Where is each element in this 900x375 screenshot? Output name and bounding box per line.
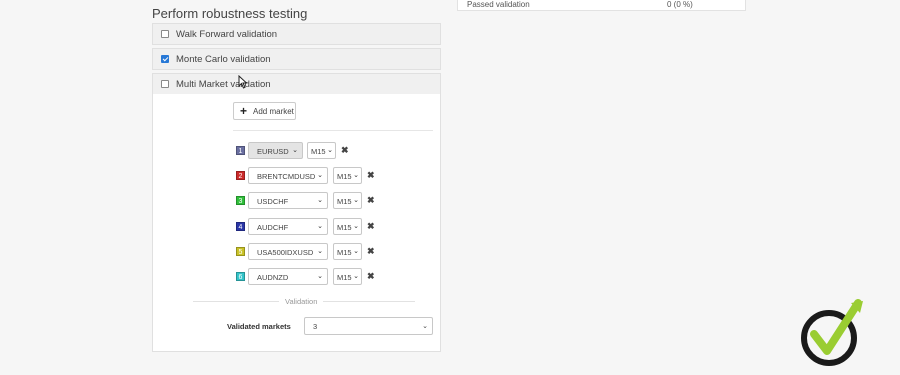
- market-timeframe-value: M15: [337, 172, 352, 181]
- market-symbol-value: BRENTCMDUSD: [257, 172, 316, 181]
- monte-carlo-checkbox[interactable]: [161, 55, 169, 63]
- chevron-down-icon: ⌄: [353, 172, 359, 179]
- chevron-down-icon: ⌄: [327, 147, 333, 154]
- chevron-down-icon: ⌄: [317, 172, 323, 179]
- chevron-down-icon: ⌄: [353, 197, 359, 204]
- market-timeframe-value: M15: [337, 273, 352, 282]
- multi-market-option[interactable]: Multi Market validation: [152, 73, 441, 95]
- close-icon[interactable]: ✖: [341, 145, 349, 156]
- validated-markets-value: 3: [313, 322, 318, 331]
- chevron-down-icon: ⌄: [422, 323, 428, 330]
- chevron-down-icon: ⌄: [292, 147, 298, 154]
- close-icon[interactable]: ✖: [367, 271, 375, 282]
- market-timeframe-select[interactable]: M15 ⌄: [333, 218, 362, 235]
- section-title: Perform robustness testing: [152, 6, 308, 21]
- mouse-cursor-icon: [238, 75, 248, 89]
- walk-forward-label: Walk Forward validation: [176, 29, 278, 40]
- multi-market-label: Multi Market validation: [176, 79, 271, 90]
- chevron-down-icon: ⌄: [317, 273, 323, 280]
- add-market-label: Add market: [253, 107, 294, 116]
- market-symbol-select: EURUSD ⌄: [248, 142, 303, 159]
- validated-markets-label: Validated markets: [227, 322, 291, 331]
- market-symbol-value: USA500IDXUSD: [257, 248, 314, 257]
- validation-header: Validation: [279, 297, 324, 306]
- market-index-badge: 4: [236, 222, 245, 231]
- market-timeframe-select[interactable]: M15 ⌄: [333, 192, 362, 209]
- market-timeframe-value: M15: [337, 197, 352, 206]
- market-timeframe-select[interactable]: M15 ⌄: [333, 243, 362, 260]
- market-symbol-select[interactable]: BRENTCMDUSD ⌄: [248, 167, 328, 184]
- market-timeframe-value: M15: [337, 248, 352, 257]
- market-symbol-value: EURUSD: [257, 147, 289, 156]
- market-symbol-value: AUDCHF: [257, 223, 289, 232]
- market-symbol-select[interactable]: USDCHF ⌄: [248, 192, 328, 209]
- close-icon[interactable]: ✖: [367, 195, 375, 206]
- chevron-down-icon: ⌄: [317, 248, 323, 255]
- results-summary-panel: Passed validation 0 (0 %): [457, 0, 746, 11]
- market-timeframe-value: M15: [337, 223, 352, 232]
- market-symbol-value: USDCHF: [257, 197, 289, 206]
- market-index-badge: 5: [236, 247, 245, 256]
- market-index-badge: 1: [236, 146, 245, 155]
- passed-validation-label: Passed validation: [467, 0, 530, 9]
- chevron-down-icon: ⌄: [317, 197, 323, 204]
- checkmark-logo-icon: [801, 299, 863, 366]
- multi-market-panel: + Add market 1 EURUSD ⌄ M15 ⌄ ✖ 2 BRENTC…: [152, 94, 441, 352]
- walk-forward-checkbox[interactable]: [161, 30, 169, 38]
- chevron-down-icon: ⌄: [353, 273, 359, 280]
- walk-forward-option[interactable]: Walk Forward validation: [152, 23, 441, 45]
- chevron-down-icon: ⌄: [317, 223, 323, 230]
- market-timeframe-value: M15: [311, 147, 326, 156]
- divider: [233, 130, 433, 131]
- chevron-down-icon: ⌄: [353, 223, 359, 230]
- passed-validation-value: 0 (0 %): [667, 0, 693, 9]
- market-index-badge: 6: [236, 272, 245, 281]
- validated-markets-select[interactable]: 3 ⌄: [304, 317, 433, 335]
- market-timeframe-select[interactable]: M15 ⌄: [307, 142, 336, 159]
- multi-market-checkbox[interactable]: [161, 80, 169, 88]
- market-index-badge: 2: [236, 171, 245, 180]
- market-timeframe-select[interactable]: M15 ⌄: [333, 268, 362, 285]
- close-icon[interactable]: ✖: [367, 170, 375, 181]
- market-symbol-select[interactable]: USA500IDXUSD ⌄: [248, 243, 328, 260]
- close-icon[interactable]: ✖: [367, 246, 375, 257]
- market-symbol-value: AUDNZD: [257, 273, 289, 282]
- chevron-down-icon: ⌄: [353, 248, 359, 255]
- market-index-badge: 3: [236, 196, 245, 205]
- plus-icon: +: [240, 104, 248, 118]
- monte-carlo-option[interactable]: Monte Carlo validation: [152, 48, 441, 70]
- market-symbol-select[interactable]: AUDCHF ⌄: [248, 218, 328, 235]
- close-icon[interactable]: ✖: [367, 221, 375, 232]
- monte-carlo-label: Monte Carlo validation: [176, 54, 271, 65]
- market-symbol-select[interactable]: AUDNZD ⌄: [248, 268, 328, 285]
- market-timeframe-select[interactable]: M15 ⌄: [333, 167, 362, 184]
- add-market-button[interactable]: + Add market: [233, 102, 296, 120]
